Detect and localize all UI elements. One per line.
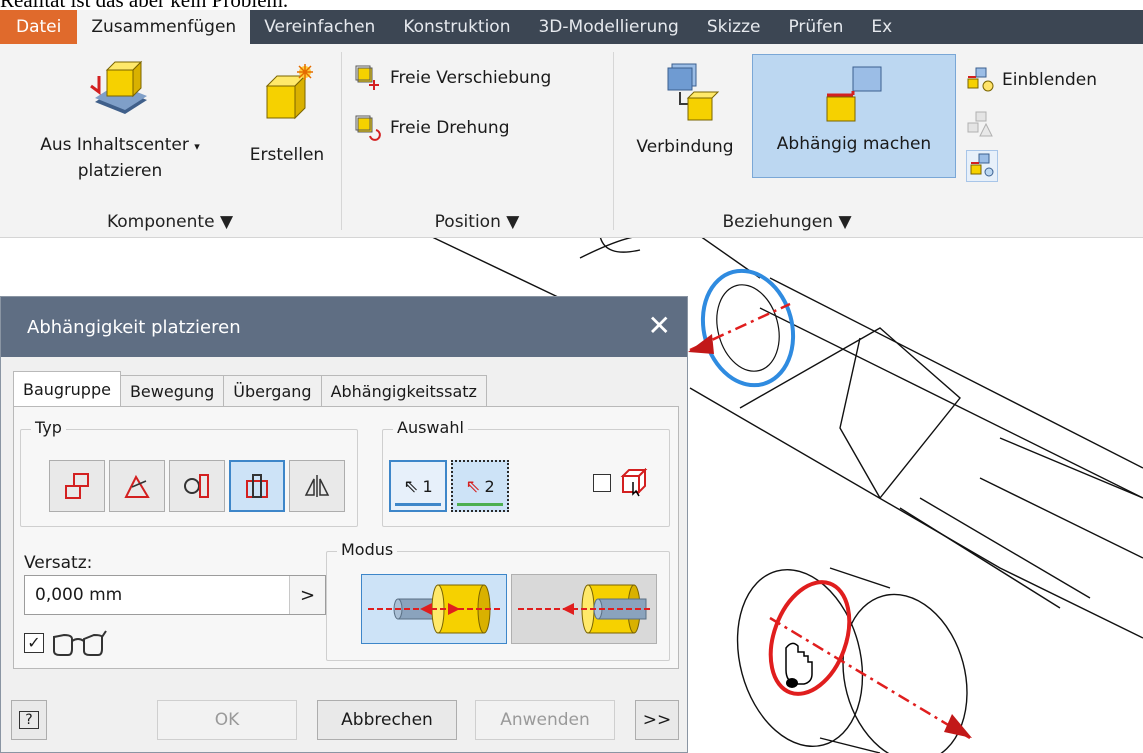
- offset-value: 0,000 mm: [35, 585, 123, 605]
- mode-group: Modus: [326, 540, 670, 661]
- offset-input[interactable]: 0,000 mm >: [24, 575, 326, 615]
- place-from-content-center-button[interactable]: Aus Inhaltscenter ▾ platzieren: [14, 50, 226, 200]
- constrain-button[interactable]: Abhängig machen: [752, 54, 956, 178]
- selection-1-label: 1: [422, 476, 433, 496]
- dialog-title: Abhängigkeit platzieren: [27, 316, 241, 338]
- dialog-tabs: Baugruppe Bewegung Übergang Abhängigkeit…: [13, 371, 487, 407]
- angle-constraint-button[interactable]: [109, 460, 165, 512]
- free-move-icon: [355, 65, 379, 90]
- mode-aligned-button[interactable]: [511, 574, 657, 644]
- angle-icon: [124, 474, 150, 498]
- tab-skizze[interactable]: Skizze: [693, 10, 775, 44]
- ribbon-panel: Aus Inhaltscenter ▾ platzieren Erstellen…: [0, 44, 1143, 238]
- tangent-constraint-button[interactable]: [169, 460, 225, 512]
- show-label: Einblenden: [1002, 70, 1098, 90]
- create-component-icon: [265, 64, 313, 120]
- tab-baugruppe[interactable]: Baugruppe: [13, 371, 121, 407]
- content-center-icon: [90, 60, 147, 114]
- close-icon[interactable]: ✕: [648, 309, 671, 342]
- tab-3d-modellierung[interactable]: 3D-Modellierung: [524, 10, 692, 44]
- create-component-button[interactable]: Erstellen: [238, 50, 336, 200]
- mode-group-label: Modus: [337, 540, 398, 559]
- selection-group: Auswahl ⇖ 1 ⇖ 2: [382, 418, 670, 527]
- hand-cursor-icon: [785, 642, 813, 688]
- tangent-icon: [184, 474, 209, 498]
- arrow-select-red-icon: ⇖: [465, 475, 481, 497]
- symmetry-icon: [304, 475, 330, 497]
- tab-uebergang[interactable]: Übergang: [223, 375, 322, 407]
- selected-edge-highlight: [700, 268, 796, 388]
- tab-bewegung[interactable]: Bewegung: [119, 375, 225, 407]
- symmetry-constraint-button[interactable]: [289, 460, 345, 512]
- offset-menu-arrow[interactable]: >: [289, 576, 325, 614]
- group-label-beziehungen[interactable]: Beziehungen ▼: [614, 212, 960, 232]
- mode-aligned-icon: [518, 584, 652, 634]
- help-button[interactable]: ?: [11, 700, 47, 740]
- selection-1-button[interactable]: ⇖ 1: [389, 460, 447, 512]
- tab-datei[interactable]: Datei: [0, 10, 78, 44]
- constraint-target-highlight: [768, 580, 852, 696]
- tab-extra[interactable]: Ex: [857, 10, 906, 44]
- mate-constraint-button[interactable]: [49, 460, 105, 512]
- apply-button[interactable]: Anwenden: [475, 700, 615, 740]
- ok-button[interactable]: OK: [157, 700, 297, 740]
- selection-group-label: Auswahl: [393, 418, 468, 437]
- dropdown-caret-icon: ▾: [194, 140, 200, 153]
- cancel-button[interactable]: Abbrechen: [317, 700, 457, 740]
- tab-konstruktion[interactable]: Konstruktion: [389, 10, 524, 44]
- mode-opposed-icon: [368, 584, 502, 634]
- group-label-komponente[interactable]: Komponente ▼: [0, 212, 340, 232]
- place-constraint-dialog: Abhängigkeit platzieren ✕ Baugruppe Bewe…: [0, 296, 688, 753]
- type-group-label: Typ: [31, 418, 66, 437]
- insert-constraint-button[interactable]: [229, 460, 285, 512]
- group-komponente: Aus Inhaltscenter ▾ platzieren Erstellen…: [0, 44, 340, 238]
- show-constraints-icon: [967, 67, 994, 92]
- place-label-line2: platzieren: [77, 161, 163, 181]
- selection-2-button[interactable]: ⇖ 2: [451, 460, 509, 512]
- tab-pruefen[interactable]: Prüfen: [774, 10, 857, 44]
- group-beziehungen: Verbindung Abhängig machen Einblenden Be…: [614, 44, 1143, 238]
- glasses-icon: [53, 630, 107, 656]
- help-icon: ?: [19, 711, 39, 729]
- constrain-label: Abhängig machen: [776, 134, 932, 154]
- show-constraints-button[interactable]: Einblenden: [966, 66, 1097, 94]
- group-label-position[interactable]: Position ▼: [342, 212, 612, 232]
- ribbon-tab-bar: Datei Zusammenfügen Vereinfachen Konstru…: [0, 10, 1143, 44]
- more-button[interactable]: >>: [635, 700, 679, 740]
- mate-icon: [65, 473, 89, 499]
- free-move-button[interactable]: Freie Verschiebung: [354, 64, 551, 92]
- tab-zusammenfuegen[interactable]: Zusammenfügen: [77, 10, 251, 44]
- tab-panel-baugruppe: Typ Auswahl ⇖ 1 ⇖ 2 Versatz: 0,000 mm > …: [13, 406, 679, 669]
- joint-label: Verbindung: [636, 137, 734, 157]
- free-rotate-button[interactable]: Freie Drehung: [354, 114, 509, 142]
- tab-vereinfachen[interactable]: Vereinfachen: [250, 10, 389, 44]
- free-rotate-icon: [355, 115, 381, 141]
- constrain-icon: [826, 66, 882, 122]
- joint-icon: [667, 63, 720, 121]
- offset-label: Versatz:: [24, 553, 93, 573]
- group-position: Freie Verschiebung Freie Drehung Positio…: [342, 44, 612, 238]
- selection-2-label: 2: [484, 476, 495, 496]
- show-preview-checkbox[interactable]: ✓: [24, 633, 44, 653]
- tab-abhaengigkeitssatz[interactable]: Abhängigkeitssatz: [320, 375, 487, 407]
- type-group: Typ: [20, 418, 358, 527]
- mode-opposed-button[interactable]: [361, 574, 507, 644]
- insert-icon: [246, 474, 268, 498]
- free-move-label: Freie Verschiebung: [390, 68, 552, 88]
- place-label-line1: Aus Inhaltscenter: [40, 135, 189, 155]
- first-part-checkbox[interactable]: [593, 474, 611, 492]
- constraint-problem-icon[interactable]: [966, 110, 996, 140]
- first-part-icon: [620, 468, 648, 497]
- arrow-select-icon: ⇖: [403, 475, 419, 497]
- joint-button[interactable]: Verbindung: [620, 50, 750, 200]
- dialog-title-bar[interactable]: Abhängigkeit platzieren ✕: [1, 297, 687, 357]
- create-label: Erstellen: [249, 145, 325, 165]
- free-rotate-label: Freie Drehung: [390, 118, 510, 138]
- hide-constraints-icon[interactable]: [966, 150, 998, 182]
